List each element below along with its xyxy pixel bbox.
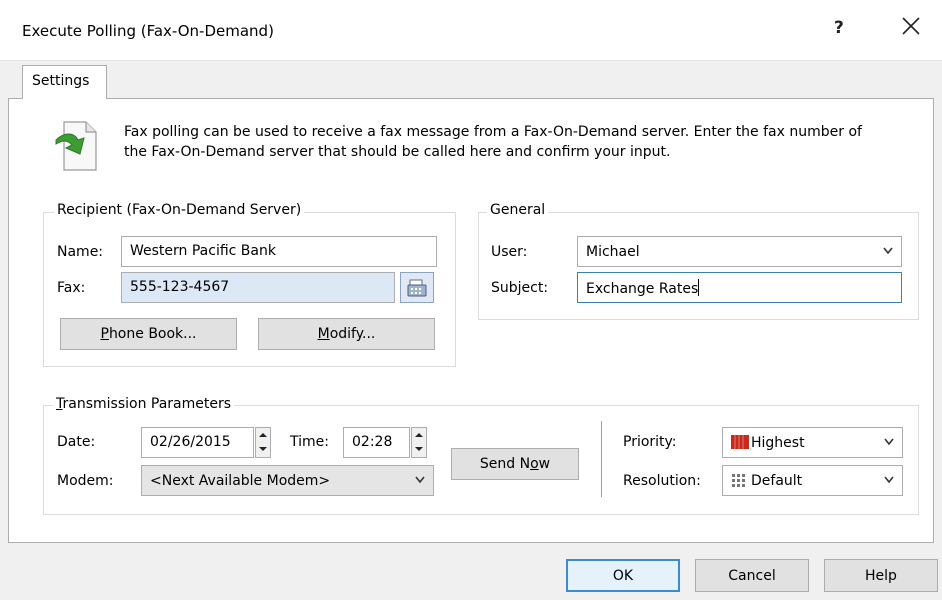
help-question-button[interactable]: ?: [834, 18, 844, 38]
time-spinner[interactable]: [411, 427, 427, 458]
fax-polling-icon: [55, 121, 97, 171]
modem-dropdown[interactable]: <Next Available Modem>: [141, 465, 434, 496]
modify-button[interactable]: Modify...: [258, 318, 435, 350]
send-now-label-a: Send N: [479, 456, 531, 472]
resolution-label: Resolution:: [623, 473, 701, 489]
spin-down-icon[interactable]: [412, 443, 426, 455]
tab-settings[interactable]: Settings: [22, 65, 107, 99]
spin-down-icon[interactable]: [256, 443, 270, 455]
subject-value: Exchange Rates: [586, 281, 699, 297]
transmission-group-label: Transmission Parameters: [53, 396, 235, 412]
date-input[interactable]: 02/26/2015: [141, 427, 254, 458]
text-caret: [698, 279, 700, 296]
fax-machine-icon: [407, 279, 427, 297]
close-icon[interactable]: [899, 14, 923, 38]
name-input[interactable]: Western Pacific Bank: [121, 236, 437, 267]
general-group-label: General: [487, 202, 549, 218]
fax-label: Fax:: [57, 280, 86, 296]
info-text: Fax polling can be used to receive a fax…: [124, 124, 862, 160]
chevron-down-icon: [884, 476, 894, 484]
date-label: Date:: [57, 434, 96, 450]
modem-value: <Next Available Modem>: [150, 473, 331, 489]
priority-dropdown[interactable]: Highest: [722, 427, 903, 458]
spin-up-icon[interactable]: [412, 429, 426, 441]
time-input[interactable]: 02:28: [343, 427, 410, 458]
resolution-value: Default: [751, 473, 803, 489]
help-button[interactable]: Help: [824, 559, 938, 592]
phone-book-label: hone Book...: [108, 326, 197, 342]
send-now-accel: o: [530, 456, 539, 472]
send-now-button[interactable]: Send Now: [451, 448, 579, 480]
phone-book-accel: P: [100, 326, 109, 342]
ok-button[interactable]: OK: [566, 559, 680, 592]
separator: [601, 421, 602, 497]
name-label: Name:: [57, 244, 104, 260]
time-label: Time:: [290, 434, 329, 450]
phone-book-button[interactable]: Phone Book...: [60, 318, 237, 350]
user-label: User:: [491, 244, 528, 260]
transmission-label-rest: ransmission Parameters: [62, 396, 232, 412]
tab-settings-label: Settings: [32, 73, 90, 89]
spin-up-icon[interactable]: [256, 429, 270, 441]
chevron-down-icon: [883, 247, 893, 255]
chevron-down-icon: [415, 476, 425, 484]
recipient-group-label: Recipient (Fax-On-Demand Server): [54, 202, 305, 218]
subject-label: Subject:: [491, 280, 549, 296]
fax-input[interactable]: 555-123-4567: [121, 272, 395, 303]
fax-lookup-button[interactable]: [400, 272, 434, 303]
recipient-group-key: Recipient (Fax-On-Demand Server): [57, 202, 302, 218]
modify-accel: M: [317, 326, 330, 342]
user-value: Michael: [586, 244, 640, 260]
user-dropdown[interactable]: Michael: [577, 236, 902, 267]
chevron-down-icon: [884, 438, 894, 446]
window-title: Execute Polling (Fax-On-Demand): [22, 22, 274, 40]
send-now-label-b: w: [538, 456, 551, 472]
cancel-button[interactable]: Cancel: [695, 559, 809, 592]
subject-input[interactable]: Exchange Rates: [577, 272, 902, 303]
modem-label: Modem:: [57, 473, 114, 489]
priority-value: Highest: [751, 435, 805, 451]
resolution-dropdown[interactable]: Default: [722, 465, 903, 496]
priority-label: Priority:: [623, 434, 677, 450]
date-spinner[interactable]: [255, 427, 271, 458]
modify-label: odify...: [329, 326, 376, 342]
priority-high-icon: [731, 435, 749, 449]
resolution-grid-icon: [732, 474, 745, 487]
